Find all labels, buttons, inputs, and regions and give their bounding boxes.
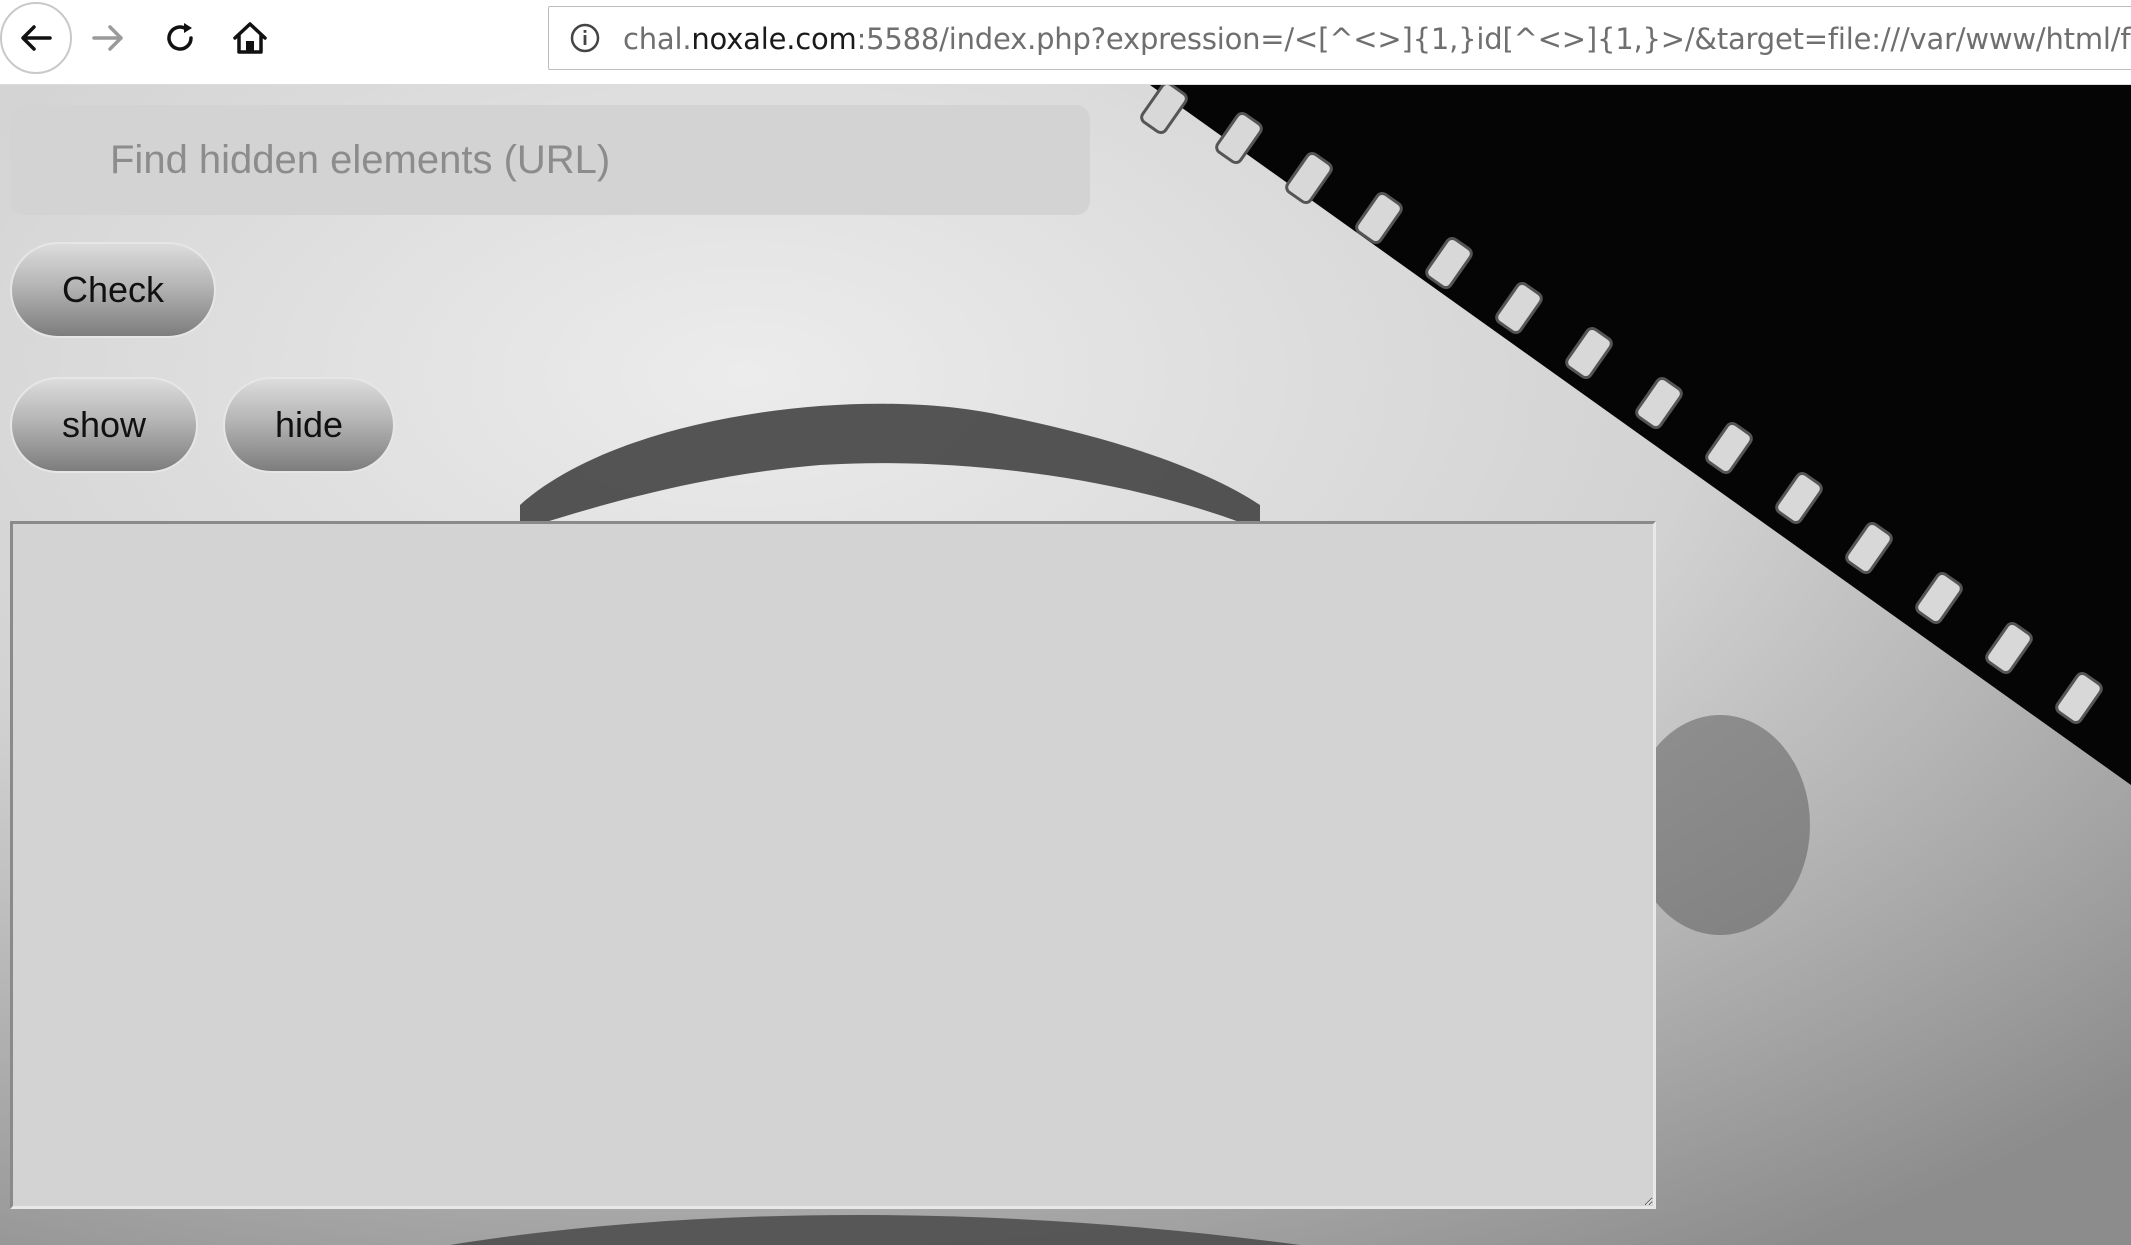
hide-button[interactable]: hide	[223, 377, 395, 473]
url-text[interactable]: chal.noxale.com:5588/index.php?expressio…	[623, 22, 2131, 56]
browser-toolbar: chal.noxale.com:5588/index.php?expressio…	[0, 0, 2131, 85]
reload-button[interactable]	[144, 0, 216, 76]
reload-icon	[167, 23, 193, 51]
output-textarea[interactable]	[10, 521, 1656, 1209]
home-button[interactable]	[214, 0, 286, 76]
hide-button-label: hide	[274, 404, 344, 445]
address-bar[interactable]: chal.noxale.com:5588/index.php?expressio…	[548, 6, 2131, 70]
forward-button[interactable]	[72, 0, 144, 76]
home-icon	[233, 22, 267, 54]
back-arrow-icon	[21, 25, 52, 51]
show-button-label: show	[61, 404, 147, 445]
url-domain: noxale.com	[691, 22, 857, 56]
url-prefix: chal.	[623, 22, 692, 56]
url-path: :5588/index.php?expression=/<[^<>]{1,}id…	[856, 22, 2131, 56]
forward-arrow-icon	[92, 25, 123, 51]
back-button[interactable]	[0, 2, 72, 74]
show-button[interactable]: show	[10, 377, 198, 473]
search-input[interactable]	[10, 105, 1090, 215]
check-button[interactable]: Check	[10, 242, 216, 338]
info-icon[interactable]	[569, 22, 601, 54]
page-content: Check show hide	[0, 85, 2131, 1245]
check-button-label: Check	[61, 269, 165, 310]
